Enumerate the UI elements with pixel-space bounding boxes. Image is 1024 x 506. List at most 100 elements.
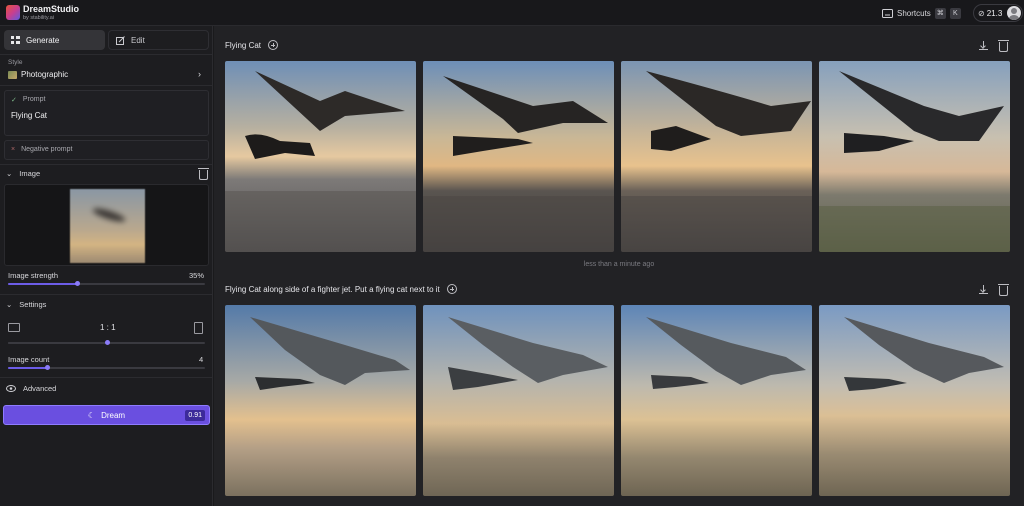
flying-cat-silhouette xyxy=(621,71,812,252)
shortcuts-button[interactable]: Shortcuts ⌘ K xyxy=(882,6,961,20)
image-strength-fill xyxy=(8,283,77,285)
generated-image[interactable] xyxy=(621,305,812,496)
prompt-header: ✓ Prompt xyxy=(11,96,45,104)
portrait-icon[interactable] xyxy=(194,322,203,334)
fighter-jet-silhouette xyxy=(646,317,806,389)
download-icon[interactable] xyxy=(979,41,988,50)
style-thumbnail-icon xyxy=(8,70,17,79)
image-section-label: Image xyxy=(19,169,41,178)
moon-icon: ☾ xyxy=(87,410,96,420)
edit-icon xyxy=(116,35,125,45)
download-icon[interactable] xyxy=(979,285,988,294)
fighter-jet-silhouette xyxy=(844,317,1004,391)
dream-button[interactable]: ☾ Dream 0.91 xyxy=(3,405,210,425)
generated-image[interactable] xyxy=(423,305,614,496)
init-image-preview xyxy=(70,189,145,263)
tab-generate-label: Generate xyxy=(26,35,60,45)
fighter-jet-silhouette xyxy=(250,317,410,390)
credits-badge[interactable]: ⊘ 21.3 xyxy=(973,4,1023,22)
prompt-input[interactable]: Flying Cat xyxy=(11,111,47,120)
top-bar: DreamStudio by stability.ai Shortcuts ⌘ … xyxy=(0,0,1024,26)
divider xyxy=(0,377,213,378)
avatar[interactable] xyxy=(1007,6,1022,20)
tab-edit-label: Edit xyxy=(131,35,145,45)
divider xyxy=(0,294,213,295)
image-strength-label: Image strength xyxy=(8,271,59,280)
eye-icon xyxy=(6,385,16,392)
image-strength-value: 35% xyxy=(189,271,205,280)
init-image-panel[interactable] xyxy=(4,184,209,266)
dream-cost-badge: 0.91 xyxy=(185,410,205,421)
divider xyxy=(0,85,213,86)
credits-value: 21.3 xyxy=(986,8,1003,18)
style-value: Photographic xyxy=(21,70,69,79)
generation-timestamp: less than a minute ago xyxy=(583,261,655,268)
dream-label: Dream xyxy=(101,410,126,420)
image-strength-handle[interactable] xyxy=(74,281,80,286)
sidebar: Generate Edit Style Photographic › ✓ Pro… xyxy=(0,26,213,506)
generated-image[interactable] xyxy=(423,61,614,252)
aspect-ratio-value: 1 : 1 xyxy=(100,323,116,332)
command-key: ⌘ xyxy=(934,7,946,19)
trash-icon[interactable] xyxy=(198,168,209,180)
aspect-ratio-slider[interactable] xyxy=(8,340,205,345)
plus-circle-icon[interactable] xyxy=(446,284,457,294)
credits-icon: ⊘ xyxy=(978,8,985,18)
app-name: DreamStudio xyxy=(23,4,80,14)
advanced-toggle[interactable]: Advanced xyxy=(6,384,56,393)
image-count-label: Image count xyxy=(8,355,50,364)
negative-prompt-header: × Negative prompt xyxy=(11,146,72,153)
plus-circle-icon[interactable] xyxy=(268,40,279,50)
group-prompt-text: Flying Cat xyxy=(225,40,262,50)
tab-edit[interactable]: Edit xyxy=(108,30,209,50)
close-icon: × xyxy=(11,146,16,153)
generated-image[interactable] xyxy=(621,61,812,252)
chevron-right-icon: › xyxy=(198,69,201,79)
chevron-down-icon: ⌄ xyxy=(6,169,13,178)
prompt-label: Prompt xyxy=(22,96,46,103)
divider xyxy=(0,54,213,55)
flying-cat-silhouette xyxy=(819,71,1010,252)
image-section-header[interactable]: ⌄ Image xyxy=(6,169,40,178)
image-strength-slider[interactable] xyxy=(8,281,205,286)
trash-icon[interactable] xyxy=(998,284,1009,296)
generations-area: Flying Cat less than a minute ago Flying… xyxy=(214,26,1024,506)
grid-icon xyxy=(11,36,20,44)
generated-image[interactable] xyxy=(225,305,416,496)
fighter-jet-silhouette xyxy=(448,317,608,390)
dreamstudio-logo-icon xyxy=(6,5,20,20)
tab-generate[interactable]: Generate xyxy=(4,30,105,50)
image-count-fill xyxy=(8,367,48,369)
k-key: K xyxy=(949,7,961,19)
negative-prompt-box[interactable]: × Negative prompt xyxy=(4,140,209,160)
jet-cat-silhouette xyxy=(423,76,614,252)
settings-section-header[interactable]: ⌄ Settings xyxy=(6,300,46,309)
chevron-down-icon: ⌄ xyxy=(6,300,13,309)
flying-cat-silhouette xyxy=(225,71,416,252)
app-subtitle: by stability.ai xyxy=(23,15,55,21)
shortcuts-label: Shortcuts xyxy=(897,8,931,18)
prompt-box[interactable]: ✓ Prompt Flying Cat xyxy=(4,90,209,136)
style-label: Style xyxy=(8,59,23,66)
image-count-slider[interactable] xyxy=(8,365,205,370)
generation-group-title: Flying Cat along side of a fighter jet. … xyxy=(225,284,457,294)
keyboard-icon xyxy=(882,8,893,18)
generation-group-title: Flying Cat xyxy=(225,40,279,50)
aspect-ratio-handle[interactable] xyxy=(104,340,110,345)
trash-icon[interactable] xyxy=(998,40,1009,52)
settings-section-label: Settings xyxy=(19,300,47,309)
advanced-label: Advanced xyxy=(23,384,57,393)
generated-image[interactable] xyxy=(819,305,1010,496)
negative-prompt-label: Negative prompt xyxy=(21,146,73,153)
check-icon: ✓ xyxy=(11,97,17,104)
style-value-row: Photographic xyxy=(8,70,68,79)
generated-image[interactable] xyxy=(819,61,1010,252)
group-prompt-text: Flying Cat along side of a fighter jet. … xyxy=(225,284,440,294)
aspect-ratio-fill xyxy=(8,342,107,344)
aspect-ratio-control: 1 : 1 xyxy=(8,322,205,334)
divider xyxy=(0,164,213,165)
image-count-handle[interactable] xyxy=(45,365,51,370)
image-count-value: 4 xyxy=(199,355,204,364)
landscape-icon[interactable] xyxy=(8,323,20,332)
generated-image[interactable] xyxy=(225,61,416,252)
